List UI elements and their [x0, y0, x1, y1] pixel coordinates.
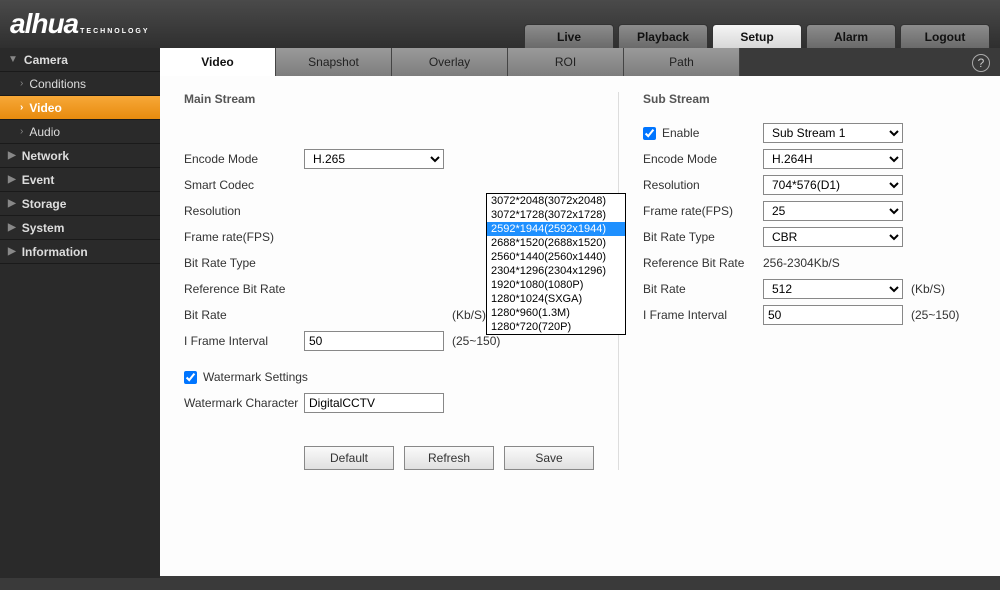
sub-bit-rate-type-select[interactable]: CBR: [763, 227, 903, 247]
sub-iframe-label: I Frame Interval: [643, 308, 763, 322]
sub-stream-select[interactable]: Sub Stream 1: [763, 123, 903, 143]
sub-resolution-label: Resolution: [643, 178, 763, 192]
sub-bit-rate-label: Bit Rate: [643, 282, 763, 296]
sub-stream-title: Sub Stream: [643, 92, 976, 106]
sub-iframe-suffix: (25~150): [911, 308, 959, 322]
sub-enable-checkbox[interactable]: [643, 127, 656, 140]
sub-stream-column: Sub Stream Enable Sub Stream 1 Encode Mo…: [643, 92, 976, 470]
default-button[interactable]: Default: [304, 446, 394, 470]
resolution-option[interactable]: 1280*1024(SXGA): [487, 292, 625, 306]
sidebar-group-network[interactable]: ▶ Network: [0, 144, 160, 168]
sidebar-item-video[interactable]: › Video: [0, 96, 160, 120]
main-stream-title: Main Stream: [184, 92, 594, 106]
footer-bar: [0, 578, 1000, 590]
watermark-settings-label: Watermark Settings: [203, 370, 308, 384]
resolution-option[interactable]: 2592*1944(2592x1944): [487, 222, 625, 236]
app-header: alhuaTECHNOLOGY Live Playback Setup Alar…: [0, 0, 1000, 48]
watermark-settings-checkbox[interactable]: [184, 371, 197, 384]
top-nav: Live Playback Setup Alarm Logout: [524, 24, 990, 48]
sidebar-item-audio[interactable]: › Audio: [0, 120, 160, 144]
save-button[interactable]: Save: [504, 446, 594, 470]
iframe-label: I Frame Interval: [184, 334, 304, 348]
chevron-right-icon: ▶: [8, 222, 16, 233]
resolution-option[interactable]: 1280*720(720P): [487, 320, 625, 334]
sidebar-group-event[interactable]: ▶ Event: [0, 168, 160, 192]
resolution-dropdown-open[interactable]: 3072*2048(3072x2048)3072*1728(3072x1728)…: [486, 193, 626, 335]
smart-codec-label: Smart Codec: [184, 178, 304, 192]
sidebar: ▼ Camera › Conditions › Video › Audio ▶ …: [0, 48, 160, 578]
sub-resolution-select[interactable]: 704*576(D1): [763, 175, 903, 195]
iframe-suffix: (25~150): [452, 334, 500, 348]
sub-encode-mode-label: Encode Mode: [643, 152, 763, 166]
sidebar-item-conditions[interactable]: › Conditions: [0, 72, 160, 96]
chevron-right-icon: ▶: [8, 246, 16, 257]
sidebar-group-camera[interactable]: ▼ Camera: [0, 48, 160, 72]
chevron-right-icon: ›: [20, 126, 23, 137]
chevron-down-icon: ▼: [8, 54, 18, 65]
resolution-option[interactable]: 2560*1440(2560x1440): [487, 250, 625, 264]
chevron-right-icon: ›: [20, 78, 23, 89]
tab-path[interactable]: Path: [624, 48, 740, 76]
sub-ref-bit-rate-value: 256-2304Kb/S: [763, 256, 840, 270]
tab-overlay[interactable]: Overlay: [392, 48, 508, 76]
tab-strip: Video Snapshot Overlay ROI Path: [160, 48, 1000, 76]
content-area: Video Snapshot Overlay ROI Path ? Main S…: [160, 48, 1000, 578]
sub-enable-label: Enable: [662, 126, 699, 140]
encode-mode-label: Encode Mode: [184, 152, 304, 166]
resolution-option[interactable]: 2688*1520(2688x1520): [487, 236, 625, 250]
sub-frame-rate-label: Frame rate(FPS): [643, 204, 763, 218]
chevron-right-icon: ›: [20, 102, 23, 113]
resolution-option[interactable]: 1920*1080(1080P): [487, 278, 625, 292]
chevron-right-icon: ▶: [8, 150, 16, 161]
resolution-label: Resolution: [184, 204, 304, 218]
topnav-alarm[interactable]: Alarm: [806, 24, 896, 48]
topnav-playback[interactable]: Playback: [618, 24, 708, 48]
encode-mode-select[interactable]: H.265: [304, 149, 444, 169]
sub-bit-rate-suffix: (Kb/S): [911, 282, 945, 296]
frame-rate-label: Frame rate(FPS): [184, 230, 304, 244]
bit-rate-suffix: (Kb/S): [452, 308, 486, 322]
sub-encode-mode-select[interactable]: H.264H: [763, 149, 903, 169]
resolution-option[interactable]: 3072*1728(3072x1728): [487, 208, 625, 222]
topnav-setup[interactable]: Setup: [712, 24, 802, 48]
chevron-right-icon: ▶: [8, 198, 16, 209]
help-icon[interactable]: ?: [972, 54, 990, 72]
refresh-button[interactable]: Refresh: [404, 446, 494, 470]
resolution-option[interactable]: 1280*960(1.3M): [487, 306, 625, 320]
tab-video[interactable]: Video: [160, 48, 276, 76]
sub-frame-rate-select[interactable]: 25: [763, 201, 903, 221]
sub-bit-rate-type-label: Bit Rate Type: [643, 230, 763, 244]
sub-iframe-input[interactable]: [763, 305, 903, 325]
sidebar-group-information[interactable]: ▶ Information: [0, 240, 160, 264]
sub-ref-bit-rate-label: Reference Bit Rate: [643, 256, 763, 270]
iframe-input[interactable]: [304, 331, 444, 351]
settings-panel: Main Stream Encode Mode H.265 Smart Code…: [160, 76, 1000, 576]
sidebar-group-storage[interactable]: ▶ Storage: [0, 192, 160, 216]
brand-logo: alhuaTECHNOLOGY: [10, 8, 150, 40]
topnav-logout[interactable]: Logout: [900, 24, 990, 48]
sub-bit-rate-select[interactable]: 512: [763, 279, 903, 299]
resolution-option[interactable]: 2304*1296(2304x1296): [487, 264, 625, 278]
sidebar-group-system[interactable]: ▶ System: [0, 216, 160, 240]
bit-rate-type-label: Bit Rate Type: [184, 256, 304, 270]
tab-roi[interactable]: ROI: [508, 48, 624, 76]
topnav-live[interactable]: Live: [524, 24, 614, 48]
bit-rate-label: Bit Rate: [184, 308, 304, 322]
watermark-char-label: Watermark Character: [184, 396, 304, 410]
tab-snapshot[interactable]: Snapshot: [276, 48, 392, 76]
chevron-right-icon: ▶: [8, 174, 16, 185]
watermark-char-input[interactable]: [304, 393, 444, 413]
ref-bit-rate-label: Reference Bit Rate: [184, 282, 304, 296]
resolution-option[interactable]: 3072*2048(3072x2048): [487, 194, 625, 208]
